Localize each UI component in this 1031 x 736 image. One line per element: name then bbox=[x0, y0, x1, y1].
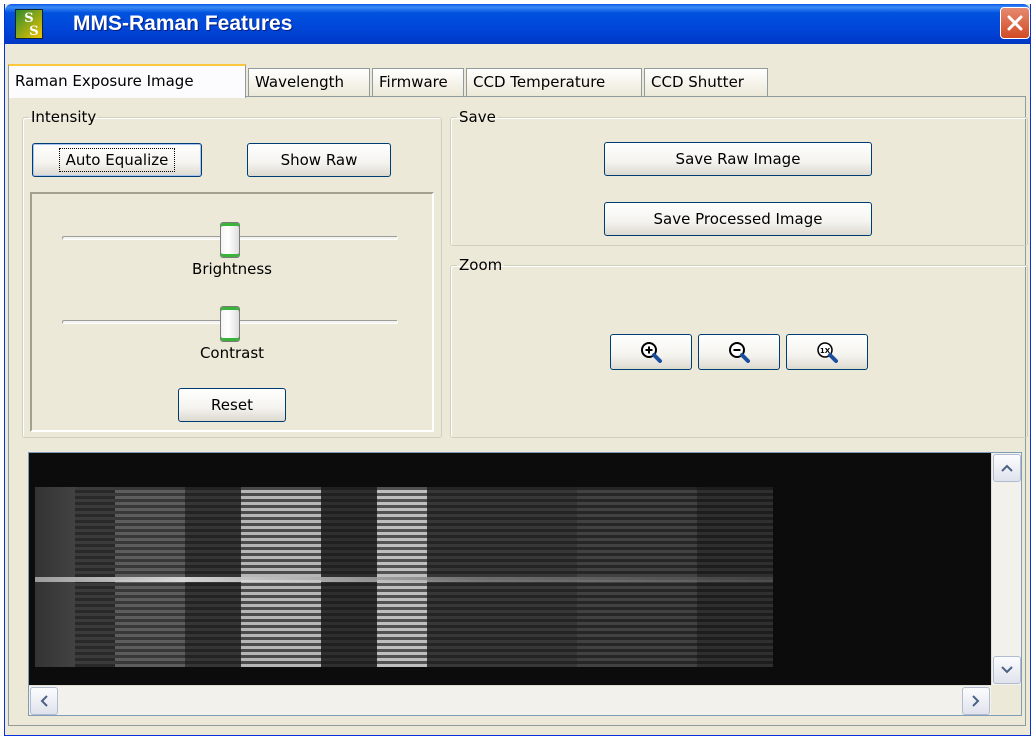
auto-equalize-label: Auto Equalize bbox=[58, 148, 176, 172]
intensity-adjust-panel: Brightness Contrast Reset bbox=[30, 192, 434, 432]
reset-button[interactable]: Reset bbox=[178, 388, 286, 422]
zoom-out-icon bbox=[729, 342, 750, 363]
horizontal-scrollbar[interactable] bbox=[29, 685, 991, 715]
chevron-right-icon bbox=[972, 695, 980, 707]
zoom-in-button[interactable] bbox=[610, 334, 692, 370]
show-raw-button[interactable]: Show Raw bbox=[247, 143, 391, 177]
contrast-label: Contrast bbox=[199, 344, 265, 362]
auto-equalize-button[interactable]: Auto Equalize bbox=[32, 143, 202, 177]
save-raw-image-label: Save Raw Image bbox=[675, 150, 801, 168]
raman-exposure-image bbox=[29, 453, 991, 685]
save-processed-image-label: Save Processed Image bbox=[653, 210, 823, 228]
brightness-slider-thumb[interactable] bbox=[220, 222, 240, 258]
scroll-right-button[interactable] bbox=[962, 687, 990, 715]
chevron-up-icon bbox=[1001, 464, 1013, 472]
reset-label: Reset bbox=[211, 396, 253, 414]
scroll-down-button[interactable] bbox=[993, 656, 1021, 684]
chevron-down-icon bbox=[1001, 666, 1013, 674]
vertical-scrollbar[interactable] bbox=[991, 453, 1021, 685]
contrast-slider-thumb[interactable] bbox=[220, 306, 240, 342]
app-logo-icon: SS bbox=[15, 9, 43, 39]
save-raw-image-button[interactable]: Save Raw Image bbox=[604, 142, 872, 176]
raman-image-viewer[interactable] bbox=[28, 452, 1022, 716]
zoom-reset-button[interactable]: 1X bbox=[786, 334, 868, 370]
window-title: MMS-Raman Features bbox=[73, 12, 293, 35]
brightness-label: Brightness bbox=[192, 260, 272, 278]
tab-raman-exposure-image[interactable]: Raman Exposure Image bbox=[8, 64, 246, 98]
show-raw-label: Show Raw bbox=[280, 151, 358, 169]
tab-ccd-temperature[interactable]: CCD Temperature bbox=[466, 68, 642, 96]
zoom-reset-1x-icon: 1X bbox=[817, 342, 838, 363]
scroll-up-button[interactable] bbox=[993, 454, 1021, 482]
scroll-left-button[interactable] bbox=[30, 687, 58, 715]
intensity-group-label: Intensity bbox=[31, 108, 97, 126]
brightness-slider[interactable] bbox=[62, 218, 398, 258]
tab-ccd-shutter[interactable]: CCD Shutter bbox=[644, 68, 768, 96]
close-button[interactable] bbox=[1000, 7, 1030, 39]
chevron-left-icon bbox=[40, 695, 48, 707]
save-group-label: Save bbox=[459, 108, 496, 126]
close-icon bbox=[1007, 15, 1023, 31]
spectrum-center-line bbox=[35, 577, 773, 582]
tab-firmware[interactable]: Firmware bbox=[372, 68, 464, 96]
zoom-out-button[interactable] bbox=[698, 334, 780, 370]
save-processed-image-button[interactable]: Save Processed Image bbox=[604, 202, 872, 236]
title-bar[interactable]: SS MMS-Raman Features bbox=[5, 4, 1030, 44]
zoom-group-label: Zoom bbox=[459, 256, 503, 274]
contrast-slider[interactable] bbox=[62, 302, 398, 342]
scrollbar-corner bbox=[991, 685, 1021, 715]
zoom-in-icon bbox=[641, 342, 662, 363]
tab-wavelength[interactable]: Wavelength bbox=[248, 68, 370, 96]
